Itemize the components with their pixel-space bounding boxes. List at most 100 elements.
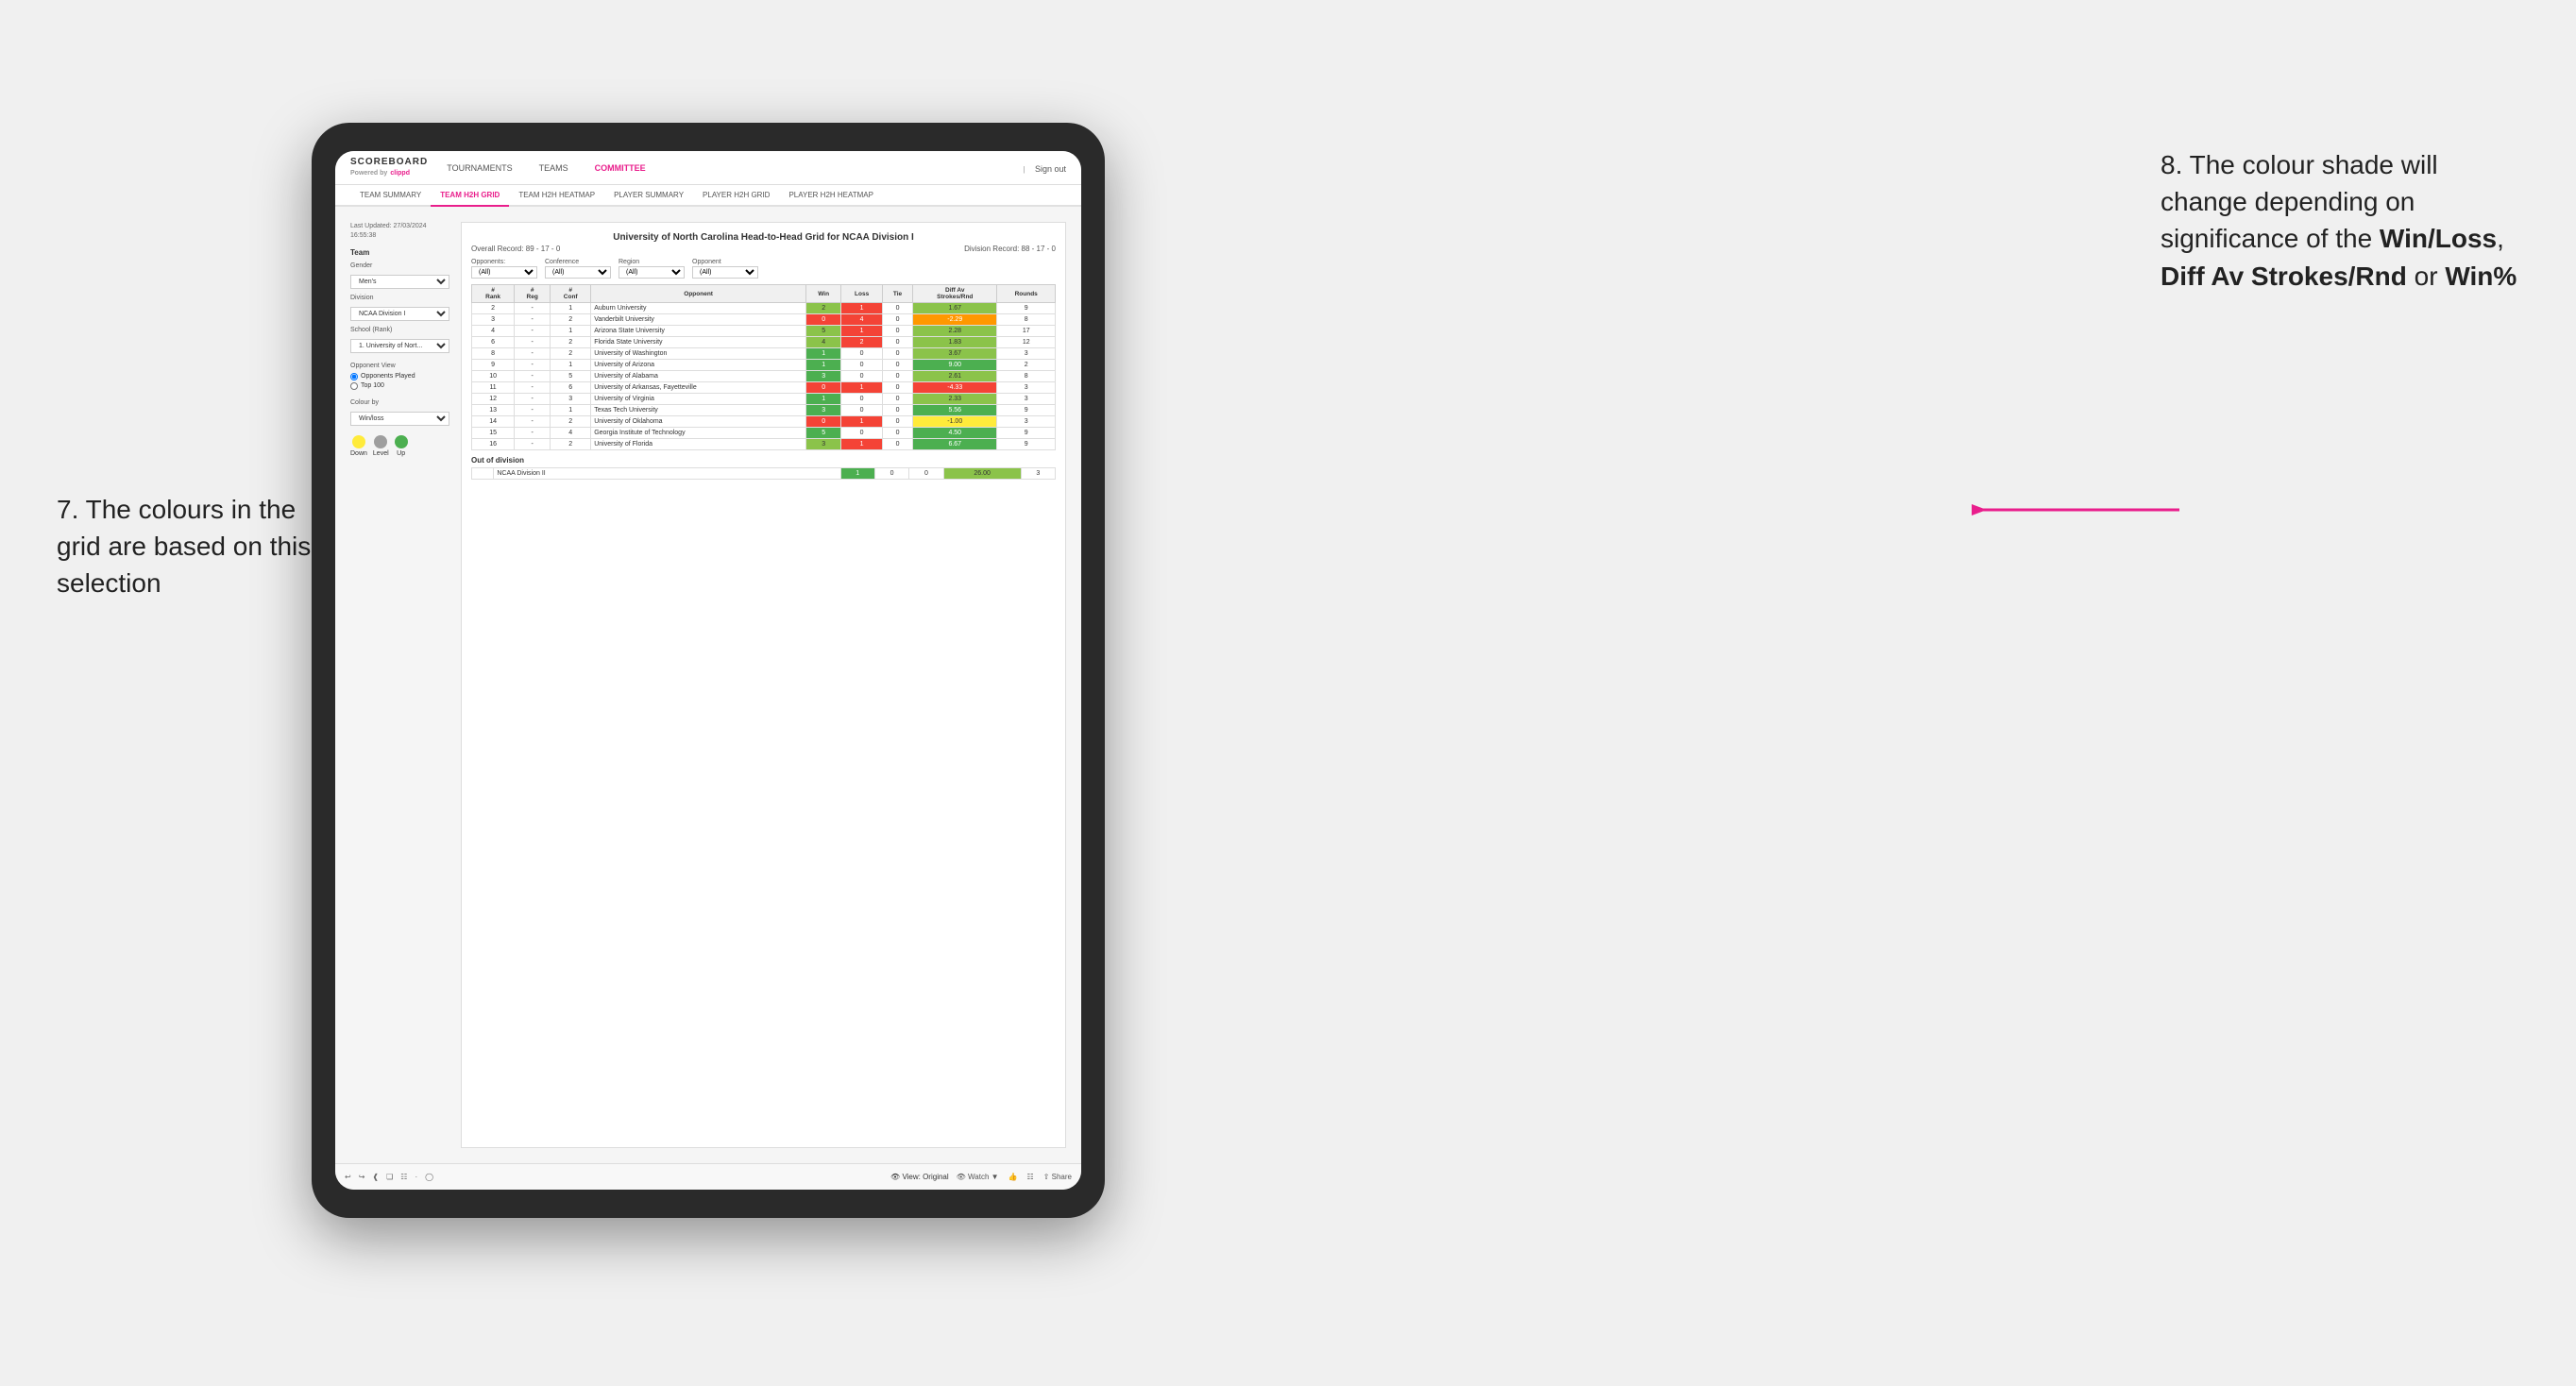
sidebar-gender-dropdown[interactable]: Men's — [350, 275, 449, 289]
cell-loss: 1 — [841, 326, 883, 337]
toolbar-undo[interactable]: ↩ — [345, 1173, 351, 1181]
legend-label-level: Level — [373, 450, 389, 457]
toolbar-share[interactable]: ⇧ Share — [1043, 1173, 1072, 1181]
cell-loss: 0 — [841, 360, 883, 371]
subnav-player-summary[interactable]: PLAYER SUMMARY — [604, 185, 693, 207]
cell-diff: 4.50 — [913, 428, 997, 439]
filter-row: Opponents: (All) Conference (All) Region — [471, 259, 1056, 279]
sidebar-colour-by-dropdown[interactable]: Win/loss — [350, 412, 449, 426]
ood-loss: 0 — [874, 468, 908, 480]
radio-top100[interactable]: Top 100 — [350, 382, 449, 390]
legend-label-up: Up — [397, 450, 405, 457]
main-content: Last Updated: 27/03/2024 16:55:38 Team G… — [335, 207, 1081, 1163]
sign-out[interactable]: | Sign out — [1023, 160, 1066, 177]
subnav-team-h2h-heatmap[interactable]: TEAM H2H HEATMAP — [509, 185, 604, 207]
cell-tie: 0 — [882, 382, 912, 394]
toolbar-thumbsup[interactable]: 👍 — [1008, 1173, 1018, 1181]
cell-tie: 0 — [882, 439, 912, 450]
nav-teams[interactable]: TEAMS — [535, 163, 572, 173]
cell-reg: - — [515, 428, 551, 439]
radio-opponents-played-input[interactable] — [350, 373, 358, 380]
toolbar-grid-icon[interactable]: ☷ — [400, 1173, 407, 1181]
app-header: SCOREBOARD Powered by clippd TOURNAMENTS… — [335, 151, 1081, 185]
cell-tie: 0 — [882, 371, 912, 382]
subnav-player-h2h-grid[interactable]: PLAYER H2H GRID — [693, 185, 779, 207]
sidebar-school-dropdown[interactable]: 1. University of Nort... — [350, 339, 449, 353]
cell-rounds: 9 — [997, 405, 1056, 416]
nav-committee[interactable]: COMMITTEE — [591, 163, 650, 173]
filter-region-dropdown[interactable]: (All) — [619, 266, 685, 279]
cell-rank: 16 — [472, 439, 515, 450]
cell-reg: - — [515, 382, 551, 394]
toolbar-redo[interactable]: ↪ — [359, 1173, 365, 1181]
cell-conf: 5 — [551, 371, 591, 382]
cell-reg: - — [515, 439, 551, 450]
cell-diff: -1.00 — [913, 416, 997, 428]
powered-by-label: Powered by — [350, 170, 387, 177]
sign-out-label[interactable]: Sign out — [1035, 164, 1066, 174]
filter-conference-dropdown[interactable]: (All) — [545, 266, 611, 279]
cell-conf: 2 — [551, 439, 591, 450]
cell-rank: 14 — [472, 416, 515, 428]
grid-title: University of North Carolina Head-to-Hea… — [471, 232, 1056, 243]
cell-conf: 2 — [551, 416, 591, 428]
table-row: 6 - 2 Florida State University 4 2 0 1.8… — [472, 337, 1056, 348]
radio-top100-input[interactable] — [350, 382, 358, 390]
cell-diff: 9.00 — [913, 360, 997, 371]
col-rank: #Rank — [472, 285, 515, 303]
toolbar-clock[interactable]: ◯ — [425, 1173, 433, 1181]
cell-tie: 0 — [882, 314, 912, 326]
cell-diff: 2.61 — [913, 371, 997, 382]
cell-team: Arizona State University — [591, 326, 806, 337]
cell-diff: 5.56 — [913, 405, 997, 416]
col-reg: #Reg — [515, 285, 551, 303]
cell-win: 1 — [806, 360, 841, 371]
filter-opponents-dropdown[interactable]: (All) — [471, 266, 537, 279]
cell-diff: 2.28 — [913, 326, 997, 337]
toolbar-watch[interactable]: 👁 Watch ▼ — [957, 1173, 999, 1181]
toolbar-view-label: 👁 View: Original — [890, 1173, 949, 1181]
cell-win: 0 — [806, 382, 841, 394]
subnav-player-h2h-heatmap[interactable]: PLAYER H2H HEATMAP — [779, 185, 883, 207]
subnav-team-h2h-grid[interactable]: TEAM H2H GRID — [431, 185, 509, 207]
table-row: 9 - 1 University of Arizona 1 0 0 9.00 2 — [472, 360, 1056, 371]
sidebar-division-dropdown[interactable]: NCAA Division I — [350, 307, 449, 321]
radio-top100-label: Top 100 — [361, 382, 384, 389]
subnav-team-summary[interactable]: TEAM SUMMARY — [350, 185, 431, 207]
ood-team: NCAA Division II — [494, 468, 840, 480]
cell-rank: 10 — [472, 371, 515, 382]
cell-win: 5 — [806, 428, 841, 439]
cell-loss: 0 — [841, 371, 883, 382]
col-conf: #Conf — [551, 285, 591, 303]
sidebar-opponent-view-label: Opponent View — [350, 363, 449, 369]
cell-tie: 0 — [882, 326, 912, 337]
ood-rounds: 3 — [1021, 468, 1055, 480]
table-row: 4 - 1 Arizona State University 5 1 0 2.2… — [472, 326, 1056, 337]
toolbar-grid-action[interactable]: ☷ — [1027, 1173, 1034, 1181]
cell-diff: -4.33 — [913, 382, 997, 394]
filter-conference-label: Conference — [545, 259, 611, 265]
cell-loss: 4 — [841, 314, 883, 326]
col-opponent: Opponent — [591, 285, 806, 303]
table-row: 12 - 3 University of Virginia 1 0 0 2.33… — [472, 394, 1056, 405]
toolbar-back[interactable]: ❰ — [372, 1173, 379, 1181]
toolbar-actions: 👁 Watch ▼ 👍 ☷ ⇧ Share — [957, 1173, 1072, 1181]
annotation-right-text: 8. The colour shade will change dependin… — [2161, 150, 2517, 291]
cell-loss: 2 — [841, 337, 883, 348]
cell-rank: 2 — [472, 303, 515, 314]
filter-opponent-dropdown[interactable]: (All) — [692, 266, 758, 279]
out-of-division-table: NCAA Division II 1 0 0 26.00 3 — [471, 467, 1056, 480]
powered-by-text: Powered by clippd — [350, 167, 428, 177]
cell-loss: 1 — [841, 303, 883, 314]
cell-tie: 0 — [882, 303, 912, 314]
cell-rounds: 12 — [997, 337, 1056, 348]
nav-tournaments[interactable]: TOURNAMENTS — [443, 163, 516, 173]
cell-team: Georgia Institute of Technology — [591, 428, 806, 439]
ood-spacer — [472, 468, 494, 480]
toolbar-copy[interactable]: ❏ — [386, 1173, 393, 1181]
filter-group-region: Region (All) — [619, 259, 685, 279]
left-sidebar: Last Updated: 27/03/2024 16:55:38 Team G… — [350, 222, 449, 1148]
app-nav: TOURNAMENTS TEAMS COMMITTEE — [443, 163, 1023, 173]
radio-opponents-played[interactable]: Opponents Played — [350, 373, 449, 380]
cell-win: 0 — [806, 416, 841, 428]
